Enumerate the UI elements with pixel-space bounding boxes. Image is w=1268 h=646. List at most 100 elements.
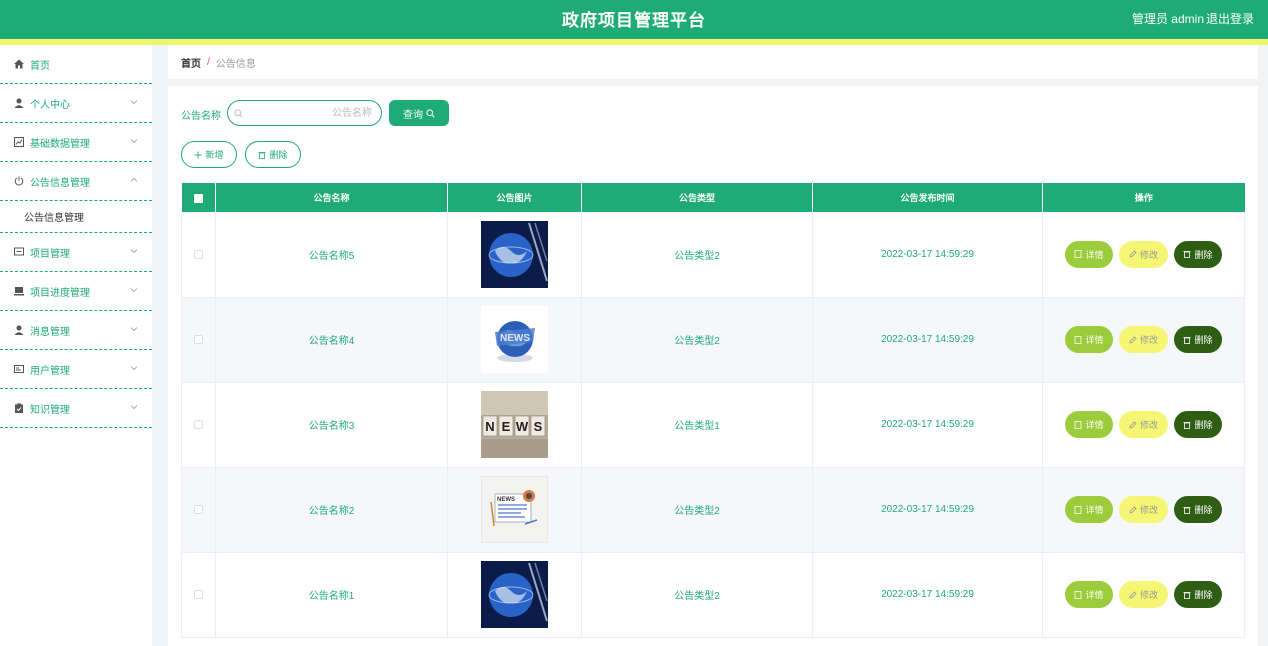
sidebar-item-label: 个人中心: [30, 99, 70, 111]
sidebar-item-label: 项目管理: [30, 248, 70, 260]
detail-button[interactable]: 详情: [1065, 411, 1113, 438]
notice-image-cell: [447, 552, 582, 638]
edit-button[interactable]: 修改: [1119, 240, 1168, 268]
notice-time-cell: 2022-03-17 14:59:29: [812, 212, 1043, 298]
document-icon: [1075, 335, 1082, 344]
delete-button[interactable]: 删除: [1174, 496, 1222, 523]
svg-text:NEWS: NEWS: [497, 497, 515, 503]
sidebar-item-project-management[interactable]: 项目管理: [0, 233, 152, 272]
add-button[interactable]: 新增: [181, 141, 237, 168]
pencil-icon: [1129, 590, 1137, 599]
delete-button-label: 删除: [1194, 249, 1213, 260]
chevron-down-icon: [130, 405, 138, 410]
sidebar-item-progress-management[interactable]: 项目进度管理: [0, 272, 152, 311]
detail-button[interactable]: 详情: [1065, 326, 1113, 353]
delete-button[interactable]: 删除: [1174, 326, 1222, 353]
edit-button[interactable]: 修改: [1119, 496, 1168, 523]
sidebar-item-user-management[interactable]: 用户管理: [0, 350, 152, 389]
document-icon: [1075, 590, 1082, 599]
delete-button[interactable]: 删除: [1174, 240, 1222, 268]
sidebar-item-home[interactable]: 首页: [0, 45, 152, 84]
pencil-icon: [1129, 420, 1137, 429]
home-icon: [14, 59, 24, 69]
delete-button-label: 删除: [1194, 420, 1213, 430]
edit-button-label: 修改: [1139, 420, 1158, 430]
sidebar-item-base-data[interactable]: 基础数据管理: [0, 123, 152, 162]
row-checkbox[interactable]: [194, 419, 203, 429]
batch-delete-button[interactable]: 删除: [245, 141, 301, 168]
detail-button[interactable]: 详情: [1065, 496, 1113, 523]
delete-button[interactable]: 删除: [1174, 581, 1222, 608]
sidebar: 首页 个人中心 基础数据管理 公告信息管理 公告信息管理 项目管理 项目进度管理…: [0, 45, 152, 646]
sidebar-item-label: 项目进度管理: [30, 287, 90, 299]
notice-type-cell: 公告类型2: [581, 467, 813, 553]
sidebar-item-knowledge-management[interactable]: 知识管理: [0, 389, 152, 428]
chat-icon: [14, 247, 24, 257]
search-input[interactable]: [248, 104, 376, 122]
row-actions-cell: 详情 修改 删除: [1042, 212, 1245, 298]
notice-image-cell: N E W S: [447, 382, 582, 468]
chevron-down-icon: [130, 288, 138, 293]
news-globe-thumbnail: NEWS: [481, 306, 548, 373]
detail-button[interactable]: 详情: [1065, 240, 1113, 268]
edit-button[interactable]: 修改: [1119, 581, 1168, 608]
detail-button-label: 详情: [1085, 590, 1104, 600]
current-user: 管理员 admin: [1131, 12, 1204, 26]
select-all-header[interactable]: [181, 183, 216, 212]
add-button-label: 新增: [205, 150, 224, 160]
notice-type-cell: 公告类型2: [581, 212, 813, 298]
row-actions-cell: 详情 修改 删除: [1042, 467, 1245, 553]
breadcrumb-home[interactable]: 首页: [181, 55, 201, 70]
chevron-up-icon: [130, 177, 138, 182]
chevron-down-icon: [130, 366, 138, 371]
sidebar-item-profile[interactable]: 个人中心: [0, 84, 152, 123]
logout-link[interactable]: 退出登录: [1206, 10, 1254, 27]
row-checkbox[interactable]: [194, 334, 203, 344]
chevron-down-icon: [130, 100, 138, 105]
breadcrumb-separator: /: [207, 56, 210, 68]
power-icon: [14, 176, 24, 186]
trash-icon: [1183, 421, 1191, 429]
breadcrumb: 首页 / 公告信息: [168, 45, 1258, 79]
search-label: 公告名称: [181, 111, 221, 122]
notice-name-cell: 公告名称4: [215, 297, 448, 383]
globe-thumbnail: [481, 561, 548, 628]
notice-time-cell: 2022-03-17 14:59:29: [812, 382, 1043, 468]
search-icon: [234, 109, 243, 118]
sidebar-subitem-notice-management[interactable]: 公告信息管理: [0, 201, 152, 233]
column-header: 公告名称: [215, 183, 448, 212]
edit-button-label: 修改: [1139, 249, 1158, 260]
select-all-checkbox[interactable]: [193, 193, 203, 203]
table-row: 公告名称1 公告类型2 2022-03-17 14:59:29 详情 修改 删除: [181, 552, 1245, 638]
column-header: 公告发布时间: [812, 183, 1043, 212]
plus-icon: [194, 151, 202, 158]
row-actions-cell: 详情 修改 删除: [1042, 552, 1245, 638]
query-button[interactable]: 查询: [389, 100, 449, 126]
sidebar-item-message-management[interactable]: 消息管理: [0, 311, 152, 350]
sidebar-item-label: 公告信息管理: [30, 177, 90, 189]
detail-button-label: 详情: [1085, 249, 1104, 260]
sidebar-item-notice-management[interactable]: 公告信息管理: [0, 162, 152, 201]
chart-icon: [14, 137, 24, 147]
sidebar-item-label: 知识管理: [30, 404, 70, 416]
top-header: 政府项目管理平台 管理员 admin 退出登录: [0, 0, 1268, 39]
detail-button[interactable]: 详情: [1065, 581, 1113, 608]
breadcrumb-current: 公告信息: [215, 58, 256, 70]
notice-name-cell: 公告名称2: [215, 467, 448, 553]
row-checkbox[interactable]: [194, 589, 203, 599]
edit-button[interactable]: 修改: [1119, 326, 1168, 353]
table-row: 公告名称5 公告类型2 2022-03-17 14:59:29 详情 修改 删除: [181, 212, 1245, 298]
batch-delete-button-label: 删除: [269, 150, 288, 160]
row-checkbox[interactable]: [194, 504, 203, 514]
notice-time-cell: 2022-03-17 14:59:29: [812, 297, 1043, 383]
notice-image-cell: NEWS: [447, 467, 582, 553]
query-button-label: 查询: [403, 109, 423, 121]
notice-type-cell: 公告类型1: [581, 382, 813, 468]
document-icon: [1075, 420, 1082, 429]
row-select-cell: [181, 212, 216, 298]
search-field: [227, 100, 382, 126]
edit-button[interactable]: 修改: [1119, 411, 1168, 438]
row-checkbox[interactable]: [194, 249, 203, 259]
edit-button-label: 修改: [1139, 590, 1158, 600]
delete-button[interactable]: 删除: [1174, 411, 1222, 438]
